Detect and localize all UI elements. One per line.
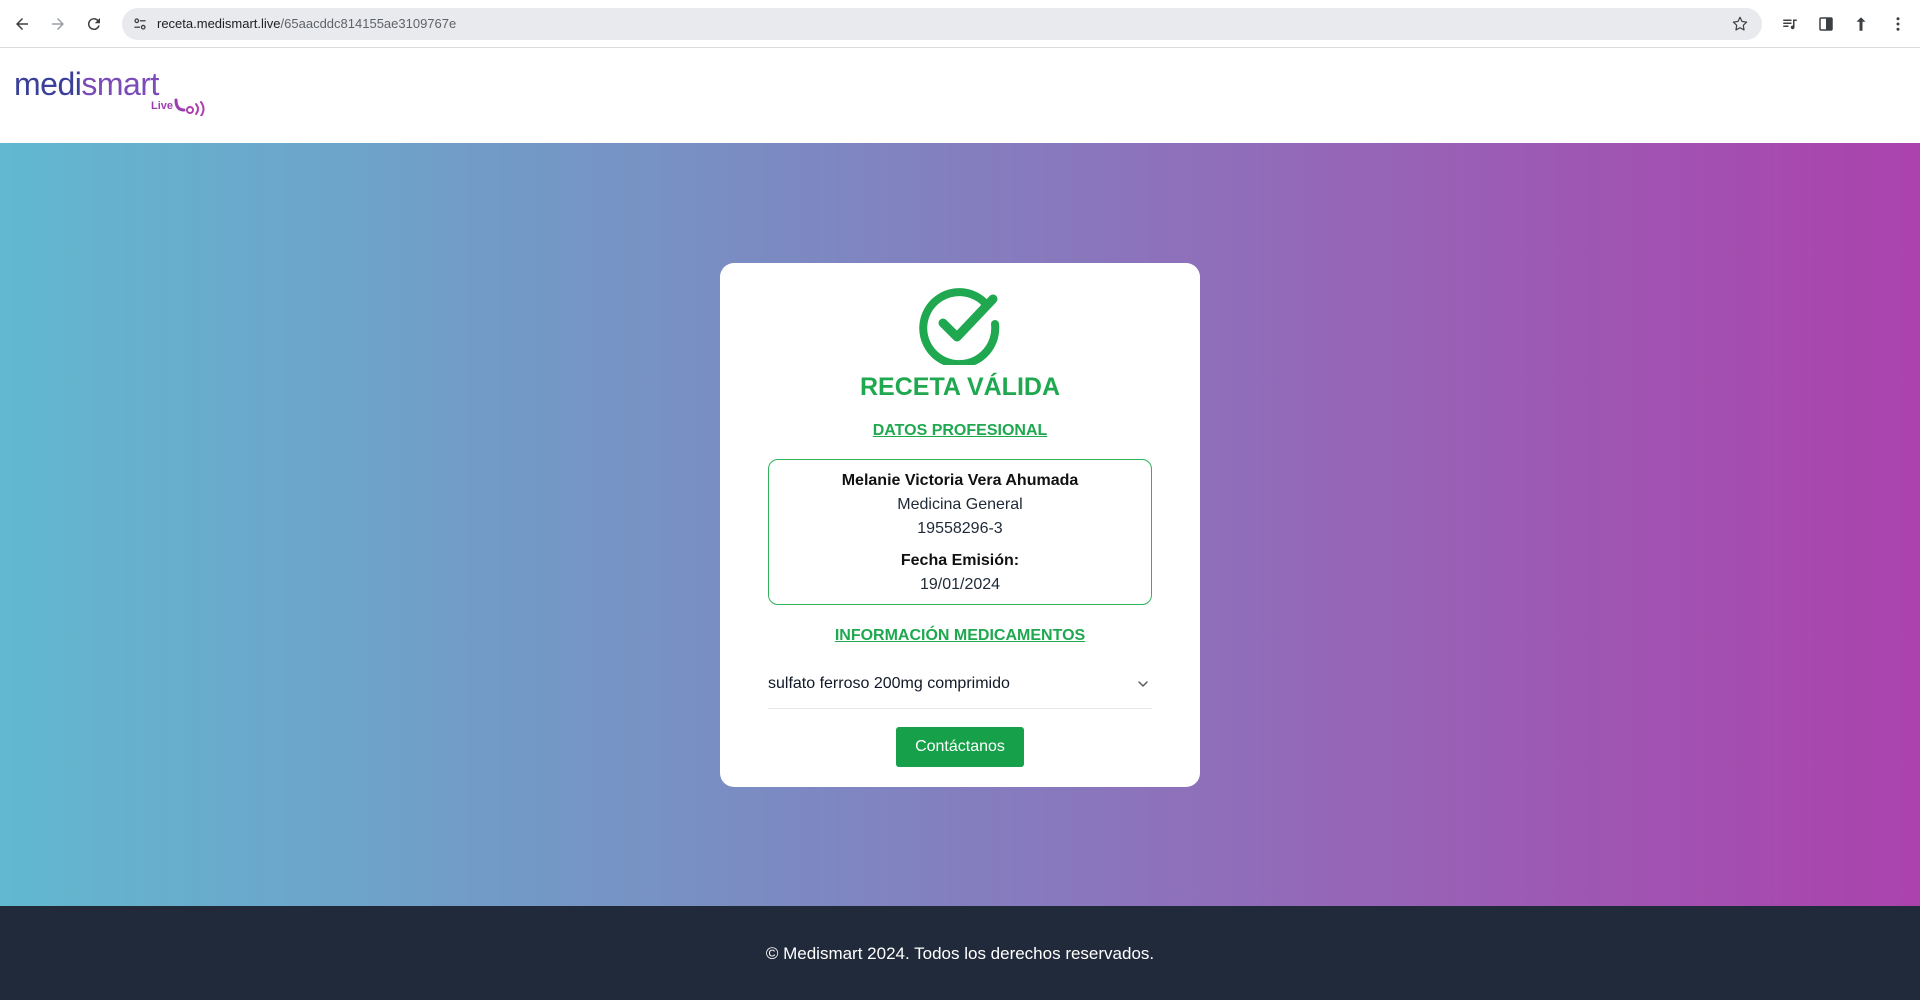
signal-waves-icon: [174, 98, 205, 116]
professional-name: Melanie Victoria Vera Ahumada: [841, 472, 1079, 489]
prescription-card: RECETA VÁLIDA DATOS PROFESIONAL Melanie …: [720, 263, 1200, 787]
chevron-down-icon[interactable]: [1136, 677, 1150, 691]
url-text[interactable]: receta.medismart.live/65aacddc814155ae31…: [157, 16, 456, 31]
issue-date-label: Fecha Emisión:: [900, 552, 1020, 569]
professional-section-title: DATOS PROFESIONAL: [872, 422, 1048, 439]
medication-name: sulfato ferroso 200mg comprimido: [768, 675, 1010, 692]
check-circle-icon: [919, 288, 1000, 365]
professional-specialty: Medicina General: [897, 496, 1023, 513]
medication-accordion-item[interactable]: sulfato ferroso 200mg comprimido: [768, 663, 1152, 709]
status-title: RECETA VÁLIDA: [860, 373, 1060, 401]
logo-accent-text: smart: [81, 66, 159, 102]
professional-rut: 19558296-3: [917, 520, 1003, 537]
forward-arrow-icon[interactable]: [44, 10, 72, 38]
logo-live-text: Live: [151, 100, 174, 112]
star-icon[interactable]: [1730, 14, 1750, 34]
medismart-logo[interactable]: medismart Live: [14, 66, 205, 116]
back-arrow-icon[interactable]: [8, 10, 36, 38]
update-icon[interactable]: [1849, 12, 1873, 36]
site-header: medismart Live: [0, 48, 1920, 143]
logo-main-text: medi: [14, 66, 82, 102]
footer-copyright: © Medismart 2024. Todos los derechos res…: [765, 944, 1155, 963]
kebab-menu-icon[interactable]: [1886, 12, 1910, 36]
medications-section-title: INFORMACIÓN MEDICAMENTOS: [834, 627, 1086, 644]
main-content-area: RECETA VÁLIDA DATOS PROFESIONAL Melanie …: [0, 143, 1920, 906]
contact-button[interactable]: Contáctanos: [896, 727, 1024, 767]
address-bar[interactable]: receta.medismart.live/65aacddc814155ae31…: [122, 8, 1762, 40]
browser-toolbar: receta.medismart.live/65aacddc814155ae31…: [0, 0, 1920, 48]
reload-icon[interactable]: [80, 10, 108, 38]
professional-info-box: Melanie Victoria Vera Ahumada Medicina G…: [768, 459, 1152, 605]
issue-date-value: 19/01/2024: [919, 576, 1001, 593]
side-panel-icon[interactable]: [1814, 12, 1838, 36]
url-path: /65aacddc814155ae3109767e: [280, 16, 457, 31]
url-host: receta.medismart.live: [157, 16, 281, 31]
site-info-icon[interactable]: [130, 14, 150, 34]
media-control-icon[interactable]: [1778, 12, 1802, 36]
site-footer: © Medismart 2024. Todos los derechos res…: [0, 906, 1920, 1000]
